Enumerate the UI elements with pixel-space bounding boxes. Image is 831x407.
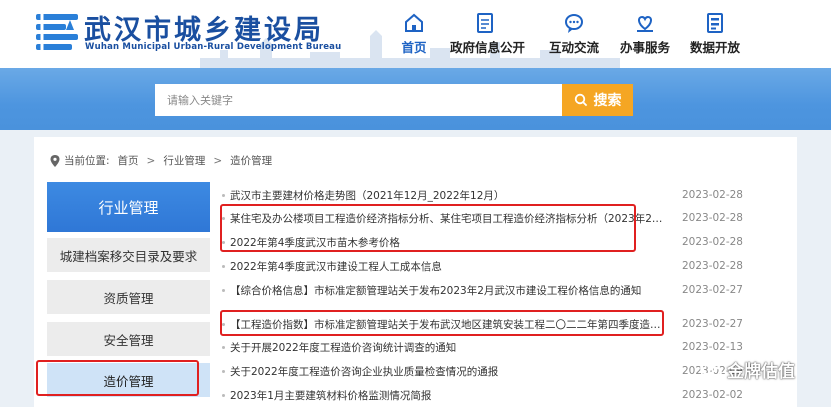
article-date: 2023-02-28 [681,236,743,248]
nav-open-data[interactable]: 数据开放 [680,12,750,60]
bullet-dot [222,193,225,197]
nav-label: 数据开放 [689,40,740,55]
home-icon [405,13,423,32]
article-title[interactable]: 关于2022年度工程造价咨询企业执业质量检查情况的通报 [230,364,498,379]
bullet-dot [222,216,225,220]
list-item[interactable]: 【综合价格信息】市标准定额管理站关于发布2023年2月武汉市建设工程价格信息的通… [222,280,743,300]
sidebar-item-cost-management[interactable]: 造价管理 [47,363,210,397]
search-button-label: 搜索 [593,93,622,109]
article-title[interactable]: 2022年第4季度武汉市建设工程人工成本信息 [230,259,442,274]
article-title[interactable]: 某住宅及办公楼项目工程造价经济指标分析、某住宅项目工程造价经济指标分析（2023… [230,211,665,226]
watermark-text: 金牌估值 [727,362,795,382]
list-item[interactable]: 关于开展2022年度工程造价咨询统计调查的通知 2023-02-13 [222,337,743,357]
search-icon [574,93,587,107]
article-title[interactable]: 【综合价格信息】市标准定额管理站关于发布2023年2月武汉市建设工程价格信息的通… [230,283,641,298]
article-title[interactable]: 2023年1月主要建筑材料价格监测情况简报 [230,388,431,403]
article-date: 2023-02-27 [681,284,743,296]
article-date: 2023-02-28 [681,212,743,224]
list-item[interactable]: 2022年第4季度武汉市苗木参考价格 2023-02-28 [222,232,743,252]
search-button[interactable]: 搜索 [562,84,633,116]
breadcrumb-separator: > [146,154,156,167]
heart-hand-icon [637,15,653,32]
nav-label: 首页 [401,40,427,55]
nav-services[interactable]: 办事服务 [610,12,680,60]
article-date: 2023-02-13 [681,341,743,353]
article-date: 2023-02-28 [681,260,743,272]
list-item[interactable]: 某住宅及办公楼项目工程造价经济指标分析、某住宅项目工程造价经济指标分析（2023… [222,208,743,228]
article-title[interactable]: 关于开展2022年度工程造价咨询统计调查的通知 [230,340,456,355]
breadcrumb-prefix: 当前位置: [64,155,110,167]
nav-interaction[interactable]: 互动交流 [539,12,609,60]
chat-bubble-icon [565,14,583,33]
bullet-dot [222,393,225,397]
sidebar-item-archives[interactable]: 城建档案移交目录及要求 [47,238,210,272]
list-item[interactable]: 2022年第4季度武汉市建设工程人工成本信息 2023-02-28 [222,256,743,276]
bullet-dot [222,264,225,268]
bullet-dot [222,345,225,349]
bullet-dot [222,322,225,326]
nav-government-info[interactable]: 政府信息公开 [450,12,526,60]
breadcrumb-separator: > [213,154,223,167]
breadcrumb-cost-management[interactable]: 造价管理 [230,153,272,168]
article-date: 2023-02-27 [681,318,743,330]
sidebar-item-safety[interactable]: 安全管理 [47,322,210,356]
article-title[interactable]: 【工程造价指数】市标准定额管理站关于发布武汉地区建筑安装工程二〇二二年第四季度造… [230,317,665,332]
bullet-dot [222,288,225,292]
bullet-dot [222,369,225,373]
article-date: 2023-02-02 [681,389,743,401]
nav-label: 政府信息公开 [450,40,526,55]
nav-label: 互动交流 [548,40,599,55]
search-input[interactable] [155,84,562,116]
site-subtitle: Wuhan Municipal Urban-Rural Development … [85,42,342,52]
sidebar-item-qualification[interactable]: 资质管理 [47,280,210,314]
site-header: 武汉市城乡建设局 Wuhan Municipal Urban-Rural Dev… [0,0,831,68]
wechat-icon [700,360,722,378]
list-item[interactable]: 武汉市主要建材价格走势图（2021年12月_2022年12月） 2023-02-… [222,185,743,205]
list-item[interactable]: 关于2022年度工程造价咨询企业执业质量检查情况的通报 2023-02-09 [222,361,743,381]
list-item[interactable]: 2023年1月主要建筑材料价格监测情况简报 2023-02-02 [222,385,743,405]
breadcrumb: 当前位置: 首页 > 行业管理 > 造价管理 [50,153,272,168]
bullet-dot [222,240,225,244]
breadcrumb-industry[interactable]: 行业管理 [163,153,205,168]
article-title[interactable]: 2022年第4季度武汉市苗木参考价格 [230,235,400,250]
document-icon [477,13,493,33]
article-title[interactable]: 武汉市主要建材价格走势图（2021年12月_2022年12月） [230,188,504,203]
watermark: 金牌估值 [700,357,795,382]
sidebar-heading: 行业管理 [47,182,210,232]
list-item[interactable]: 【工程造价指数】市标准定额管理站关于发布武汉地区建筑安装工程二〇二二年第四季度造… [222,314,743,334]
breadcrumb-home[interactable]: 首页 [118,153,139,168]
location-pin-icon [50,154,60,167]
nav-label: 办事服务 [619,40,670,55]
data-list-icon [707,13,723,33]
bureau-logo-icon [36,10,78,54]
article-date: 2023-02-28 [681,189,743,201]
nav-home[interactable]: 首页 [379,12,449,60]
